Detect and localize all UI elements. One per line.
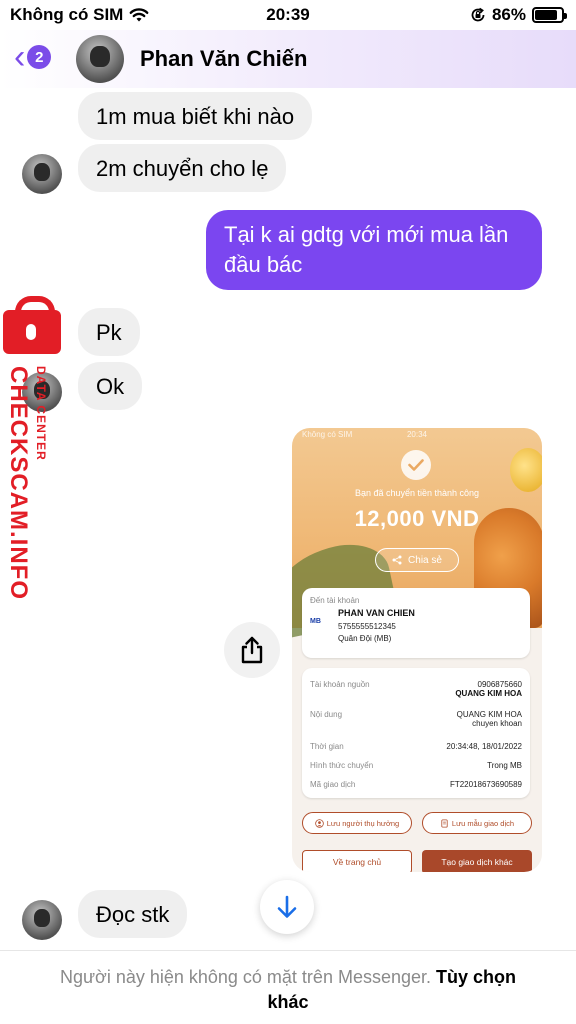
detail-label: Tài khoản nguồn (310, 680, 370, 689)
conversation-header: ‹ 2 Phan Văn Chiến (0, 30, 576, 88)
detail-label: Hình thức chuyển (310, 761, 374, 770)
receipt-share-label: Chia sẻ (408, 554, 442, 566)
status-right: 86% (470, 5, 567, 25)
new-transaction-button: Tạo giao dịch khác (422, 850, 532, 872)
receipt-status-time: 20:34 (406, 430, 428, 439)
watermark-lock-icon (3, 296, 61, 354)
save-template-label: Lưu mẫu giao dịch (451, 818, 515, 828)
message-bubble[interactable]: 1m mua biết khi nào (78, 92, 313, 140)
share-icon (241, 636, 263, 664)
unread-badge: 2 (27, 45, 52, 69)
message-bubble[interactable]: Ok (78, 362, 143, 410)
detail-value: QUANG KIM HOA (456, 710, 522, 719)
detail-label: Mã giao dịch (310, 780, 356, 789)
status-bar: Không có SIM 20:39 86% (0, 0, 576, 30)
detail-value: FT22018673690589 (449, 780, 522, 789)
sender-avatar[interactable] (22, 154, 62, 194)
battery-icon (532, 7, 567, 23)
message-bubble[interactable]: Pk (78, 308, 140, 356)
dest-bank: Quân Đội (MB) (338, 634, 392, 643)
scroll-to-bottom-button[interactable] (260, 880, 314, 934)
coin-decoration (510, 448, 542, 492)
unavailable-notice: Người này hiện không có mặt trên Messeng… (40, 965, 536, 1015)
home-button: Về trang chủ (302, 850, 412, 872)
watermark-brand: CHECKSCAM.INFO (5, 366, 32, 600)
save-recipient-button: Lưu người thụ hưởng (302, 812, 412, 834)
detail-value-2: chuyen khoan (472, 719, 522, 728)
detail-value: 0906875660 (477, 680, 523, 689)
document-icon (441, 818, 448, 828)
receipt-share-button: Chia sẻ (375, 548, 459, 572)
share-nodes-icon (392, 555, 402, 565)
footer-divider (0, 950, 576, 951)
message-bubble-outgoing[interactable]: Tại k ai gdtg với mới mua lần đầu bác (206, 210, 542, 290)
detail-label: Nội dung (310, 710, 343, 719)
checkmark-icon (401, 450, 431, 480)
detail-value: 20:34:48, 18/01/2022 (446, 742, 522, 751)
watermark-sub: DATA CENTER (34, 366, 48, 461)
save-template-button: Lưu mẫu giao dịch (422, 812, 532, 834)
bank-logo: MB (310, 618, 321, 625)
receipt-amount: 12,000 VND (354, 506, 480, 531)
receipt-destination-card: Đến tài khoản MB PHAN VAN CHIEN 57555555… (302, 588, 530, 658)
unavailable-text: Người này hiện không có mặt trên Messeng… (59, 967, 432, 987)
dest-label: Đến tài khoản (310, 596, 360, 605)
message-bubble[interactable]: Đọc stk (78, 890, 188, 938)
detail-row: Mã giao dịch FT22018673690589 (310, 780, 522, 789)
orientation-lock-icon (471, 7, 485, 22)
contact-name[interactable]: Phan Văn Chiến (140, 46, 307, 72)
battery-level (535, 10, 558, 20)
detail-value-2: QUANG KIM HOA (455, 689, 522, 698)
dest-name: PHAN VAN CHIEN (338, 608, 415, 618)
save-recipient-label: Lưu người thụ hưởng (326, 818, 400, 828)
contact-avatar[interactable] (76, 35, 124, 83)
detail-value: Trong MB (487, 761, 522, 770)
battery-percent: 86% (491, 5, 526, 24)
person-icon (314, 818, 324, 828)
detail-row: Nội dung QUANG KIM HOA chuyen khoan (310, 710, 522, 728)
detail-row: Thời gian 20:34:48, 18/01/2022 (310, 742, 522, 751)
message-bubble[interactable]: 2m chuyển cho lẹ (78, 144, 287, 192)
detail-row: Tài khoản nguồn 0906875660 QUANG KIM HOA (310, 680, 522, 698)
chevron-left-icon: ‹ (14, 38, 26, 76)
receipt-details-card: Tài khoản nguồn 0906875660 QUANG KIM HOA … (302, 668, 530, 798)
detail-label: Thời gian (310, 742, 344, 751)
share-button[interactable] (224, 622, 280, 678)
receipt-success-text: Bạn đã chuyển tiền thành công (354, 488, 480, 498)
shared-image-receipt[interactable]: Không có SIM 20:34 Bạn đã chuyển tiền th… (292, 428, 542, 872)
dest-account: 5755555512345 (338, 622, 396, 631)
arrow-down-icon (277, 895, 297, 918)
back-button[interactable]: ‹ 2 (14, 38, 52, 76)
sender-avatar[interactable] (22, 900, 62, 940)
detail-row: Hình thức chuyển Trong MB (310, 761, 522, 770)
